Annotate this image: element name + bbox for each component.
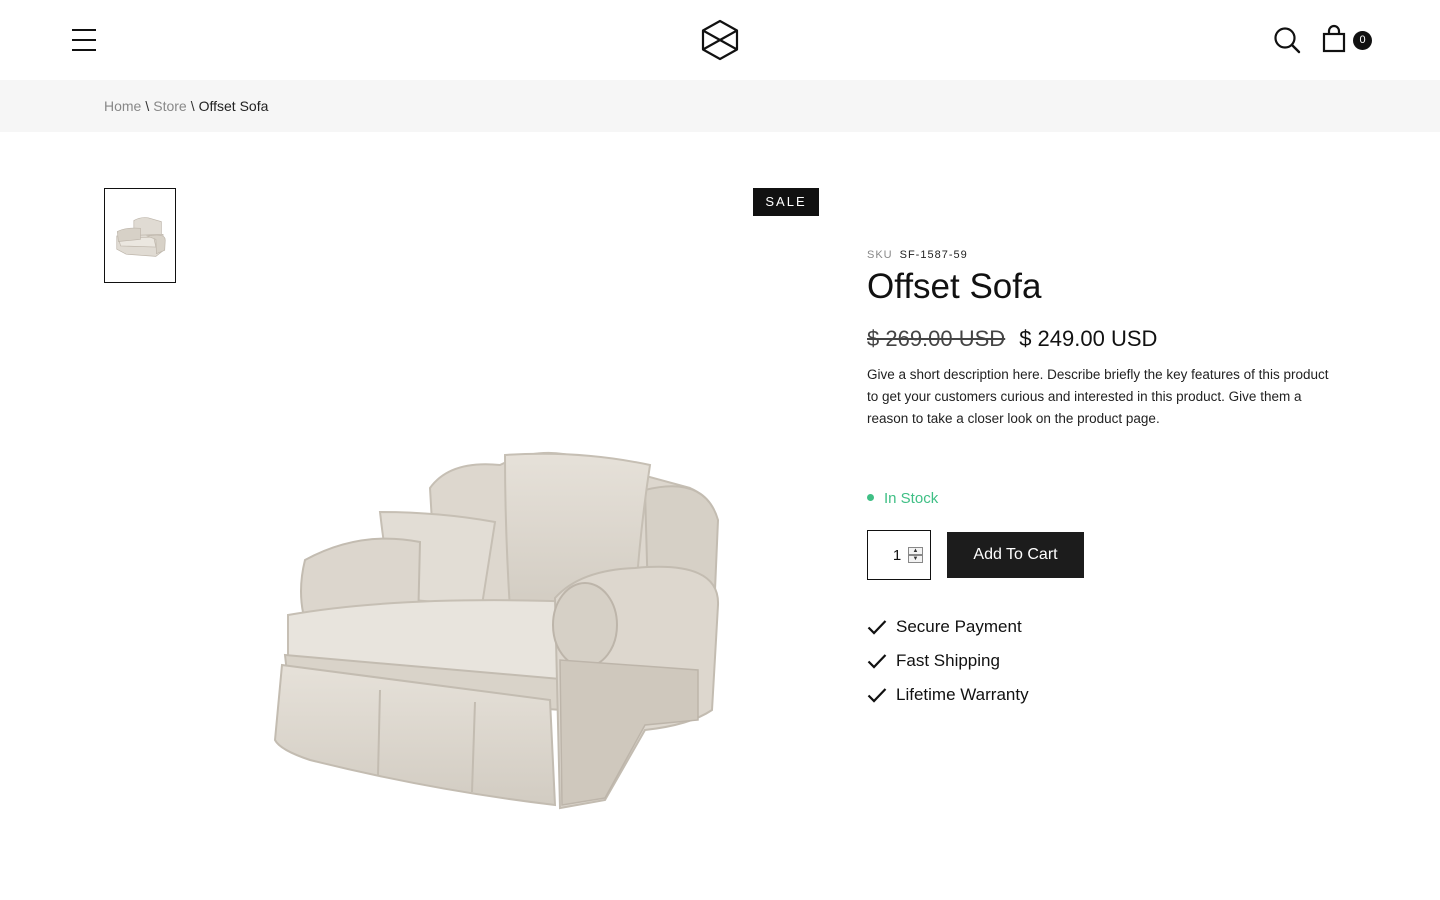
breadcrumb-store-link[interactable]: Store [153, 98, 186, 114]
feature-label: Lifetime Warranty [896, 685, 1029, 704]
menu-bar [72, 39, 96, 41]
feature-label: Fast Shipping [896, 651, 1000, 670]
checkmark-icon [867, 654, 887, 669]
product-title: Offset Sofa [867, 267, 1042, 306]
feature-item: Lifetime Warranty [867, 678, 1029, 712]
cube-logo-icon[interactable] [700, 19, 740, 61]
product-thumbnail[interactable] [104, 188, 176, 283]
breadcrumb-separator: \ [190, 98, 195, 114]
breadcrumb: Home \ Store \ Offset Sofa [104, 97, 268, 115]
product-main-image [250, 420, 740, 820]
cart-count-badge: 0 [1353, 31, 1372, 50]
breadcrumb-current: Offset Sofa [198, 98, 269, 114]
breadcrumb-bar: Home \ Store \ Offset Sofa [0, 80, 1440, 132]
menu-bar [72, 49, 96, 51]
feature-item: Secure Payment [867, 610, 1029, 644]
sku-value: SF-1587-59 [899, 249, 968, 261]
add-to-cart-button[interactable]: Add To Cart [947, 532, 1084, 578]
sku-row: SKU SF-1587-59 [867, 249, 968, 261]
checkmark-icon [867, 620, 887, 635]
current-price: $ 249.00 USD [1019, 326, 1158, 351]
search-icon[interactable] [1272, 25, 1302, 55]
price-row: $ 269.00 USD $ 249.00 USD [867, 325, 1157, 353]
hamburger-menu-icon[interactable] [70, 27, 98, 53]
site-header: 0 [0, 0, 1440, 80]
feature-label: Secure Payment [896, 617, 1022, 636]
compare-at-price: $ 269.00 USD [867, 326, 1006, 351]
breadcrumb-home-link[interactable]: Home [104, 98, 141, 114]
sku-label: SKU [867, 249, 893, 261]
thumbnail-image [116, 217, 166, 257]
quantity-decrement-button[interactable]: ▼ [908, 555, 923, 563]
stock-status-label: In Stock [884, 490, 939, 507]
feature-item: Fast Shipping [867, 644, 1029, 678]
quantity-stepper: ▲ ▼ [867, 530, 931, 580]
feature-list: Secure Payment Fast Shipping Lifetime Wa… [867, 610, 1029, 712]
sale-badge: SALE [753, 188, 819, 216]
checkmark-icon [867, 688, 887, 703]
product-description: Give a short description here. Describe … [867, 367, 1329, 426]
breadcrumb-separator: \ [145, 98, 150, 114]
shopping-bag-icon[interactable] [1320, 24, 1350, 56]
menu-bar [72, 29, 96, 31]
stock-dot-icon [867, 493, 874, 501]
quantity-increment-button[interactable]: ▲ [908, 547, 923, 555]
stock-status: In Stock [867, 489, 938, 509]
